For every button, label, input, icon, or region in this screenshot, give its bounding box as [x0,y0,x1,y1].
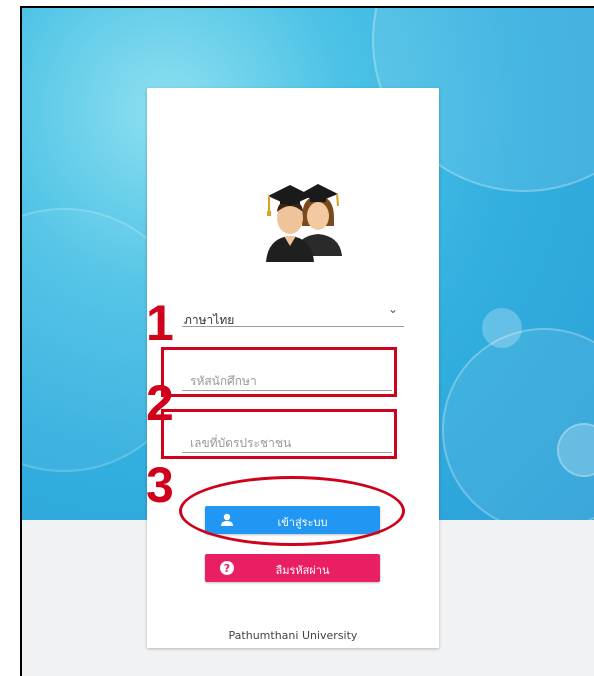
background-bokeh [442,328,594,520]
footer-university: Pathumthani University [228,629,358,642]
annotation-step-1: 1 [146,295,174,351]
language-select[interactable]: ภาษาไทย ⌄ [182,298,404,327]
annotation-ellipse-login [179,476,405,546]
annotation-box-student-id [161,347,397,397]
language-select-value: ภาษาไทย [184,313,235,327]
annotation-box-national-id [161,409,397,459]
graduates-icon [240,156,350,266]
annotation-step-2: 2 [146,375,174,431]
forgot-password-label: ลืมรหัสผ่าน [275,564,330,577]
annotation-step-3: 3 [146,457,174,513]
chevron-down-icon: ⌄ [387,302,398,316]
forgot-password-button[interactable]: ? ลืมรหัสผ่าน [205,554,380,582]
background-bokeh [482,308,522,348]
browser-viewport: ภาษาไทย ⌄ รหัสนักศึกษา เลขที่บัตรประชาชน… [20,6,594,676]
